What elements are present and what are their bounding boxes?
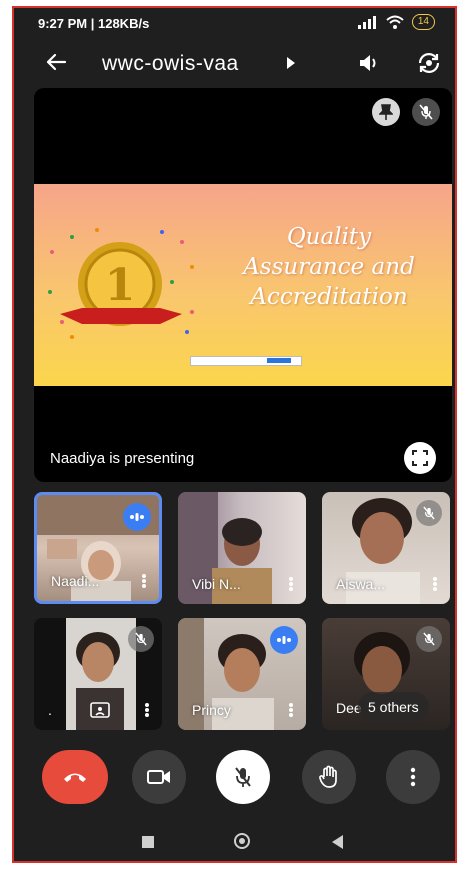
raise-hand-icon: [319, 765, 337, 788]
slide-title-line: Assurance and: [243, 254, 415, 280]
others-label: 5 others: [368, 699, 419, 715]
medal-image: 1: [48, 228, 194, 339]
wifi-icon: [386, 15, 404, 29]
more-vert-icon[interactable]: [144, 702, 150, 720]
mic-off-icon: [128, 626, 154, 652]
participant-tile[interactable]: Naadi...: [34, 492, 162, 604]
slide-title-line: Accreditation: [250, 284, 408, 310]
more-vert-icon[interactable]: [288, 702, 294, 720]
more-vert-icon[interactable]: [288, 576, 294, 594]
participant-name: .: [48, 702, 52, 718]
mic-off-icon: [235, 767, 251, 787]
presenter-label: Naadiya is presenting: [50, 450, 195, 467]
participant-tile[interactable]: .: [34, 618, 162, 730]
system-nav-bar: [14, 826, 455, 861]
shared-slide: 1 Quality Assurance and Accreditation: [34, 184, 452, 386]
camera-button[interactable]: [132, 750, 186, 804]
slide-title: Quality Assurance and Accreditation: [209, 222, 449, 312]
nav-back-icon[interactable]: [332, 835, 343, 849]
participant-tile[interactable]: Aiswa...: [322, 492, 450, 604]
home-icon[interactable]: [234, 833, 250, 849]
participant-tile[interactable]: Dee 5 others: [322, 618, 450, 730]
call-controls: [14, 750, 455, 810]
switch-camera-icon[interactable]: [416, 51, 442, 75]
speaker-icon[interactable]: [358, 53, 380, 73]
more-vert-icon[interactable]: [141, 573, 147, 591]
participant-name: Vibi N...: [192, 576, 241, 592]
speaking-indicator-icon: [270, 626, 298, 654]
meeting-code[interactable]: wwc-owis-vaa: [102, 52, 239, 76]
others-pill[interactable]: 5 others: [358, 692, 429, 722]
app-bar: wwc-owis-vaa: [14, 46, 455, 86]
more-vert-icon[interactable]: [432, 576, 438, 594]
medal-number: 1: [105, 260, 136, 311]
slide-form-button: [267, 358, 291, 363]
battery-icon: 14: [411, 14, 435, 30]
participant-tile[interactable]: Princy: [178, 618, 306, 730]
status-time: 9:27 PM | 128KB/s: [38, 16, 150, 31]
status-bar: 9:27 PM | 128KB/s 14: [14, 8, 455, 38]
presentation-icon: [90, 702, 110, 718]
participant-name: Naadi...: [51, 573, 100, 589]
mic-off-icon: [412, 98, 440, 126]
microphone-button[interactable]: [216, 750, 270, 804]
phone-screen: 9:27 PM | 128KB/s 14 wwc-owis-vaa 1 Qual…: [12, 6, 457, 863]
participant-name: Aiswa...: [336, 576, 386, 592]
speaking-indicator-icon: [123, 503, 151, 531]
slide-form-bar: [190, 356, 302, 366]
back-arrow-icon[interactable]: [44, 50, 68, 74]
recents-icon[interactable]: [142, 836, 154, 848]
signal-icon: [357, 16, 376, 29]
presentation-tile[interactable]: 1 Quality Assurance and Accreditation Na…: [34, 88, 452, 482]
chevron-right-icon[interactable]: [286, 57, 296, 69]
camera-icon: [147, 770, 170, 784]
more-options-button[interactable]: [386, 750, 440, 804]
fullscreen-button[interactable]: [404, 442, 436, 474]
end-call-button[interactable]: [42, 750, 108, 804]
mic-off-icon: [416, 626, 442, 652]
end-call-icon: [64, 773, 86, 782]
fullscreen-icon: [412, 450, 428, 466]
pin-icon[interactable]: [372, 98, 400, 126]
more-vert-icon: [410, 767, 416, 787]
status-icons: 14: [356, 14, 435, 30]
participant-tile[interactable]: Vibi N...: [178, 492, 306, 604]
mic-off-icon: [416, 500, 442, 526]
slide-title-line: Quality: [286, 224, 372, 250]
participant-name: Princy: [192, 702, 231, 718]
raise-hand-button[interactable]: [302, 750, 356, 804]
